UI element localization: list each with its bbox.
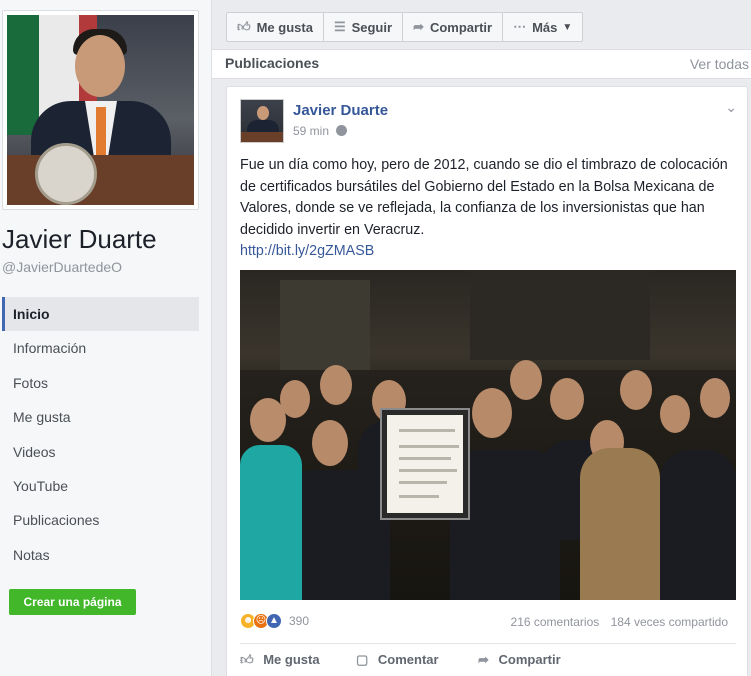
- nav-item-youtube[interactable]: YouTube: [2, 469, 199, 503]
- nav-item-publicaciones[interactable]: Publicaciones: [2, 503, 199, 537]
- post-timestamp[interactable]: 59 min: [293, 124, 348, 138]
- nav-item-fotos[interactable]: Fotos: [2, 366, 199, 400]
- globe-icon: [336, 125, 348, 136]
- share-page-button[interactable]: ➦ Compartir: [402, 12, 504, 42]
- follow-button[interactable]: ☰ Seguir: [322, 12, 404, 42]
- more-button[interactable]: ⋯ Más ▼: [502, 12, 584, 42]
- post-like-label: Me gusta: [263, 652, 320, 667]
- left-nav: Inicio Información Fotos Me gusta Videos…: [2, 297, 199, 572]
- post-time-text: 59 min: [293, 124, 330, 138]
- page-actions-bar: 👍︎ Me gusta ☰ Seguir ➦ Compartir ⋯ Más ▼: [226, 12, 584, 42]
- like-page-label: Me gusta: [256, 19, 313, 35]
- shares-count[interactable]: 184 veces compartido: [611, 615, 728, 629]
- nav-item-inicio[interactable]: Inicio: [2, 297, 199, 332]
- page-handle[interactable]: @JavierDuartedeO: [2, 259, 122, 275]
- page-name[interactable]: Javier Duarte: [2, 224, 157, 255]
- post-photo[interactable]: [240, 270, 736, 600]
- nav-item-notas[interactable]: Notas: [2, 538, 199, 572]
- reaction-count[interactable]: 390: [289, 614, 309, 628]
- post-stats: 216 comentarios 184 veces compartido: [511, 615, 728, 629]
- post-body: Fue un día como hoy, pero de 2012, cuand…: [240, 155, 740, 263]
- comment-icon: ▢: [356, 652, 369, 667]
- post-text: Fue un día como hoy, pero de 2012, cuand…: [240, 157, 728, 238]
- nav-item-videos[interactable]: Videos: [2, 435, 199, 469]
- comments-count[interactable]: 216 comentarios: [511, 615, 600, 629]
- thumbs-up-icon: 👍︎: [237, 19, 251, 34]
- thumbs-up-icon: 👍︎: [240, 652, 254, 667]
- publications-header: Publicaciones Ver todas: [212, 49, 751, 79]
- caret-down-icon: ▼: [562, 21, 573, 33]
- share-page-label: Compartir: [429, 19, 493, 35]
- reactions-summary[interactable]: ☻ ☹ ▲ 390: [240, 613, 309, 629]
- post-share-label: Compartir: [498, 652, 561, 667]
- post-share-button[interactable]: ➦ Compartir: [478, 652, 561, 668]
- rss-icon: ☰: [333, 19, 346, 34]
- post-comment-label: Comentar: [377, 652, 439, 667]
- share-arrow-icon: ➦: [413, 19, 424, 34]
- post-comment-button[interactable]: ▢ Comentar: [356, 652, 439, 668]
- profile-photo: [7, 15, 194, 205]
- post-author-name[interactable]: Javier Duarte: [293, 102, 388, 119]
- post-link[interactable]: http://bit.ly/2gZMASB: [240, 241, 740, 263]
- post-card: Javier Duarte 59 min ⌄ Fue un día como h…: [226, 86, 748, 676]
- like-reaction-icon: ▲: [266, 613, 282, 629]
- left-column: Javier Duarte @JavierDuartedeO Inicio In…: [0, 0, 212, 676]
- more-label: Más: [532, 19, 558, 35]
- chevron-down-icon[interactable]: ⌄: [725, 99, 737, 116]
- nav-item-informacion[interactable]: Información: [2, 331, 199, 365]
- post-author-avatar[interactable]: [240, 99, 284, 143]
- nav-item-me-gusta[interactable]: Me gusta: [2, 400, 199, 434]
- profile-picture[interactable]: [2, 10, 199, 210]
- publications-title: Publicaciones: [225, 55, 320, 71]
- follow-label: Seguir: [351, 19, 393, 35]
- share-arrow-icon: ➦: [478, 652, 489, 667]
- like-page-button[interactable]: 👍︎ Me gusta: [226, 12, 324, 42]
- see-all-link[interactable]: Ver todas: [690, 56, 749, 72]
- post-actions-bar: 👍︎ Me gusta ▢ Comentar ➦ Compartir: [240, 643, 736, 676]
- post-like-button[interactable]: 👍︎ Me gusta: [240, 652, 320, 668]
- create-page-button[interactable]: Crear una página: [9, 589, 136, 615]
- ellipsis-icon: ⋯: [513, 19, 527, 34]
